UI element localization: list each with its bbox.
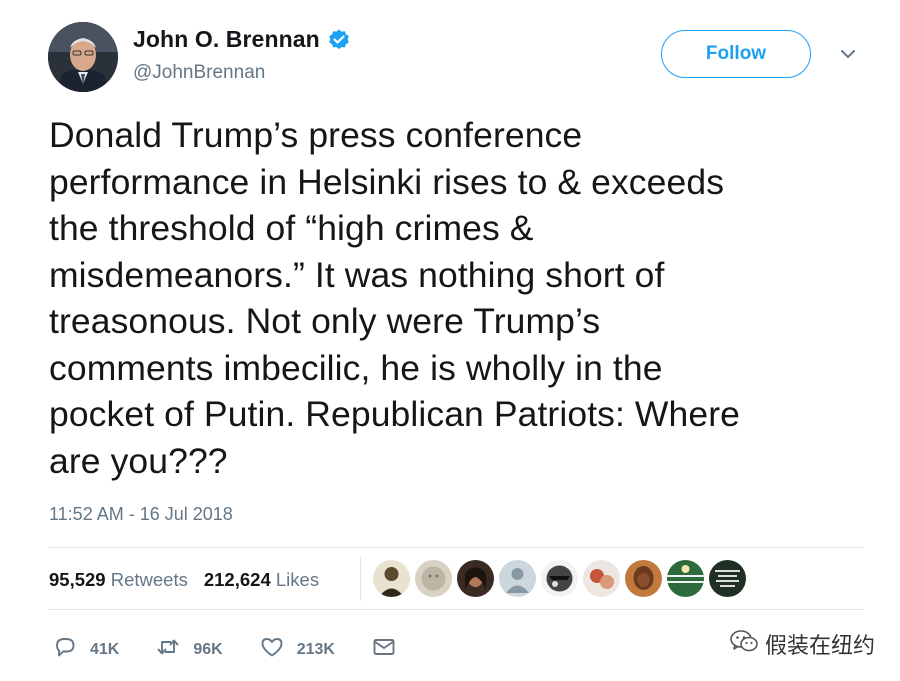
retweet-count: 96K — [193, 640, 223, 658]
tweet-actions: 41K 96K 213K — [52, 634, 433, 665]
avatar[interactable] — [48, 22, 118, 92]
tweet-text-line: are you??? — [49, 440, 228, 481]
tweet-card: John O. Brennan @JohnBrennan Follow Dona… — [0, 0, 900, 681]
liker-avatar-3[interactable] — [457, 560, 494, 597]
tweet-text-line: pocket of Putin. Republican Patriots: Wh… — [49, 394, 740, 434]
retweet-button[interactable]: 96K — [155, 634, 223, 665]
liker-avatar-2[interactable] — [415, 560, 452, 597]
divider — [49, 547, 864, 548]
likes-stat[interactable]: 212,624 Likes — [204, 569, 319, 591]
retweets-count: 95,529 — [49, 569, 106, 590]
like-count: 213K — [296, 640, 335, 658]
chevron-down-icon[interactable] — [838, 44, 858, 64]
likes-label: Likes — [275, 569, 320, 590]
display-name[interactable]: John O. Brennan — [133, 26, 320, 53]
tweet-text-line: treasonous. Not only were Trump’s — [49, 301, 601, 341]
watermark-text: 假装在纽约 — [765, 634, 876, 659]
wechat-logo-icon — [729, 628, 765, 660]
tweet-text-line: misdemeanors.” It was nothing short of — [49, 254, 665, 295]
liker-avatars — [373, 560, 751, 597]
liker-avatar-default[interactable] — [499, 560, 536, 597]
verified-badge-icon — [327, 28, 351, 52]
reply-count: 41K — [90, 640, 120, 658]
follow-button[interactable]: Follow — [661, 30, 811, 78]
liker-avatar-1[interactable] — [373, 560, 410, 597]
tweet-text-line: Donald Trump’s press conference — [49, 115, 583, 155]
liker-avatar-5[interactable] — [541, 560, 578, 597]
tweet-text-line: the threshold of “high crimes & — [49, 208, 534, 248]
liker-avatar-7[interactable] — [625, 560, 662, 597]
tweet-stats: 95,529 Retweets 212,624 Likes — [49, 569, 335, 591]
heart-icon — [259, 634, 285, 665]
reply-icon — [52, 634, 78, 665]
liker-avatar-6[interactable] — [583, 560, 620, 597]
retweet-icon — [155, 634, 181, 665]
tweet-timestamp[interactable]: 11:52 AM - 16 Jul 2018 — [49, 504, 233, 525]
stats-separator — [360, 557, 361, 601]
tweet-text-line: comments imbecilic, he is wholly in the — [49, 347, 663, 388]
likes-count: 212,624 — [203, 569, 271, 590]
watermark: 假装在纽约 — [729, 628, 875, 660]
name-row: John O. Brennan — [133, 26, 351, 53]
envelope-icon — [371, 634, 397, 665]
tweet-text: Donald Trump’s press conference performa… — [49, 112, 869, 484]
retweets-label: Retweets — [110, 569, 188, 590]
retweets-stat[interactable]: 95,529 Retweets — [49, 569, 188, 591]
direct-message-button[interactable] — [371, 634, 397, 665]
liker-avatar-9[interactable] — [709, 560, 746, 597]
liker-avatar-8[interactable] — [667, 560, 704, 597]
divider — [49, 609, 864, 610]
user-handle[interactable]: @JohnBrennan — [133, 62, 265, 84]
like-button[interactable]: 213K — [259, 634, 335, 665]
tweet-text-line: performance in Helsinki rises to & excee… — [49, 161, 725, 202]
reply-button[interactable]: 41K — [52, 634, 119, 665]
